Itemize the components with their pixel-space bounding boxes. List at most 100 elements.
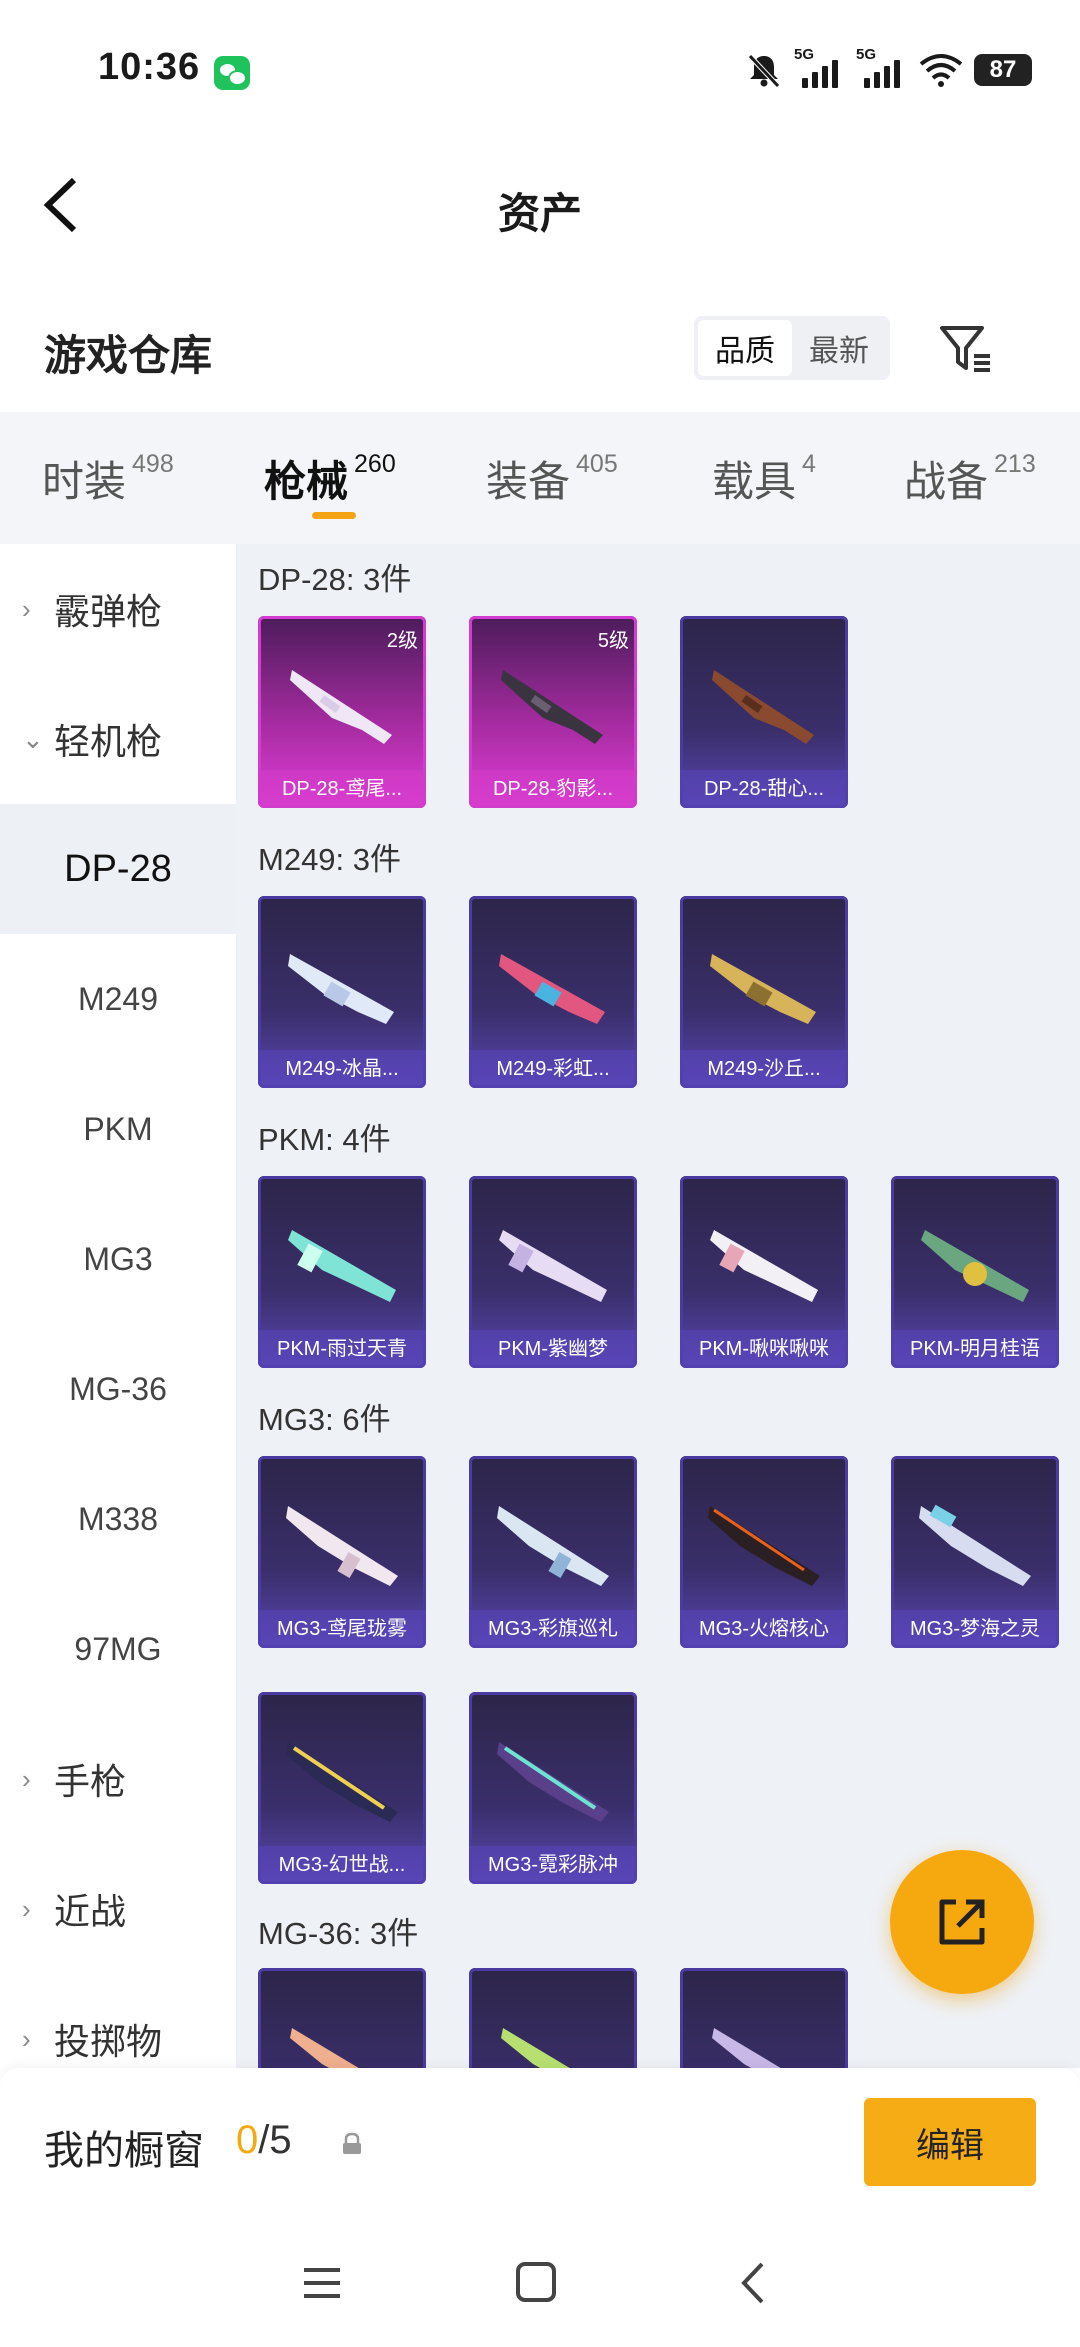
item-card[interactable]: MG3-霓彩脉冲 xyxy=(469,1692,637,1884)
app-root: 10:36 5G 5G 87 资产 游戏仓库 品质 最新 时装 498 枪械 2… xyxy=(0,0,1080,2347)
sidebar-item-pkm[interactable]: PKM xyxy=(0,1064,236,1194)
item-grid-area: DP-28: 3件 2级 DP-28-鸢尾... 5级 DP-28-豹影... … xyxy=(236,544,1080,2068)
sidebar-item-label: DP-28 xyxy=(64,847,172,890)
item-name: MG3-幻世战... xyxy=(258,1846,426,1884)
sidebar-item-melee[interactable]: › 近战 xyxy=(0,1844,236,1974)
home-square-icon[interactable] xyxy=(506,2258,566,2308)
weapon-thumbnail-icon xyxy=(710,1230,818,1302)
lock-icon xyxy=(343,2132,361,2154)
item-card[interactable]: PKM-啾咪啾咪 xyxy=(680,1176,848,1368)
item-card[interactable] xyxy=(680,1968,848,2068)
sidebar-item-m338[interactable]: M338 xyxy=(0,1454,236,1584)
sidebar-item-label: MG-36 xyxy=(69,1370,167,1407)
item-name: PKM-明月桂语 xyxy=(891,1330,1059,1368)
tab-fashion[interactable]: 时装 498 xyxy=(42,448,174,509)
tab-label: 时装 xyxy=(42,458,127,505)
showcase-total: /5 xyxy=(258,2118,292,2162)
mute-bell-icon xyxy=(748,54,780,88)
sidebar-item-label: MG3 xyxy=(83,1240,153,1277)
weapon-thumbnail-icon xyxy=(499,954,605,1024)
weapon-thumbnail-icon xyxy=(919,1504,1031,1586)
sidebar-item-label: 霰弹枪 xyxy=(54,591,163,632)
item-name: M249-彩虹... xyxy=(469,1050,637,1088)
showcase-label: 我的橱窗 xyxy=(44,2129,204,2173)
sidebar-item-mg3[interactable]: MG3 xyxy=(0,1194,236,1324)
weapon-thumbnail-icon xyxy=(290,670,392,744)
sidebar-item-shotgun[interactable]: › 霰弹枪 xyxy=(0,544,236,674)
page-title: 资产 xyxy=(497,190,582,237)
item-card[interactable]: 5级 DP-28-豹影... xyxy=(469,616,637,808)
sort-by-newest[interactable]: 最新 xyxy=(792,320,886,376)
tab-label: 战备 xyxy=(904,458,989,505)
share-fab-button[interactable] xyxy=(890,1850,1034,1994)
item-name: DP-28-豹影... xyxy=(469,770,637,808)
chevron-right-icon: › xyxy=(22,2023,31,2054)
tab-vehicles[interactable]: 载具 4 xyxy=(712,448,816,509)
sidebar-item-m249[interactable]: M249 xyxy=(0,934,236,1064)
item-name: PKM-啾咪啾咪 xyxy=(680,1330,848,1368)
item-card[interactable]: MG3-火熔核心 xyxy=(680,1456,848,1648)
active-tab-indicator xyxy=(312,512,356,519)
weapon-thumbnail-icon xyxy=(288,954,394,1024)
item-card[interactable]: M249-彩虹... xyxy=(469,896,637,1088)
sidebar-item-lmg[interactable]: ⌄ 轻机枪 xyxy=(0,674,236,804)
item-card[interactable]: MG3-彩旗巡礼 xyxy=(469,1456,637,1648)
tab-equipment[interactable]: 装备 405 xyxy=(486,448,618,509)
chevron-right-icon: › xyxy=(22,593,31,624)
weapon-thumbnail-icon xyxy=(501,2028,570,2068)
tab-count: 405 xyxy=(576,450,618,478)
tab-firearms[interactable]: 枪械 260 xyxy=(264,448,396,509)
edit-button[interactable]: 编辑 xyxy=(864,2098,1036,2186)
filter-icon xyxy=(940,326,990,372)
showcase-count: 0/5 xyxy=(236,2118,292,2163)
item-card[interactable] xyxy=(258,1968,426,2068)
item-card[interactable]: 2级 DP-28-鸢尾... xyxy=(258,616,426,808)
sidebar-item-pistol[interactable]: › 手枪 xyxy=(0,1714,236,1844)
weapon-thumbnail-icon xyxy=(499,1230,607,1302)
wechat-notification-icon xyxy=(214,56,250,90)
item-card[interactable]: DP-28-甜心... xyxy=(680,616,848,808)
network-type-2: 5G xyxy=(856,46,877,63)
tab-supplies[interactable]: 战备 213 xyxy=(904,448,1036,509)
weapon-thumbnail-icon xyxy=(497,1506,609,1586)
sidebar-item-dp28[interactable]: DP-28 xyxy=(0,804,236,934)
menu-icon[interactable] xyxy=(292,2258,352,2308)
sidebar-item-label: 97MG xyxy=(74,1630,162,1667)
item-name: DP-28-鸢尾... xyxy=(258,770,426,808)
item-card[interactable]: M249-沙丘... xyxy=(680,896,848,1088)
item-card[interactable]: PKM-明月桂语 xyxy=(891,1176,1059,1368)
item-card[interactable]: MG3-梦海之灵 xyxy=(891,1456,1059,1648)
top-header: 资产 xyxy=(0,140,1080,270)
sidebar-item-label: 投掷物 xyxy=(54,2021,163,2062)
item-name: MG3-鸢尾珑雾 xyxy=(258,1610,426,1648)
item-card[interactable]: MG3-鸢尾珑雾 xyxy=(258,1456,426,1648)
group-title-mg36: MG-36: 3件 xyxy=(258,1916,419,1951)
signal-5g-icon-1: 5G xyxy=(794,46,846,90)
weapon-thumbnail-icon xyxy=(708,1506,820,1586)
item-card[interactable]: PKM-紫幽梦 xyxy=(469,1176,637,1368)
sidebar-item-mg36[interactable]: MG-36 xyxy=(0,1324,236,1454)
showcase-bar: 我的橱窗 0/5 编辑 xyxy=(0,2068,1080,2218)
item-name: MG3-火熔核心 xyxy=(680,1610,848,1648)
tab-count: 4 xyxy=(802,450,816,478)
warehouse-header: 游戏仓库 品质 最新 xyxy=(0,300,1080,410)
category-tabs: 时装 498 枪械 260 装备 405 载具 4 战备 213 xyxy=(0,412,1080,544)
tab-count: 213 xyxy=(994,450,1036,478)
tab-label: 装备 xyxy=(486,458,571,505)
level-tag: 2级 xyxy=(386,630,418,652)
item-card[interactable] xyxy=(469,1968,637,2068)
item-card[interactable]: M249-冰晶... xyxy=(258,896,426,1088)
chevron-right-icon: › xyxy=(22,1763,31,1794)
item-name: DP-28-甜心... xyxy=(680,770,848,808)
sidebar-item-97mg[interactable]: 97MG xyxy=(0,1584,236,1714)
item-card[interactable]: MG3-幻世战... xyxy=(258,1692,426,1884)
filter-button[interactable] xyxy=(936,318,996,378)
group-title-pkm: PKM: 4件 xyxy=(258,1122,391,1157)
weapon-thumbnail-icon xyxy=(286,1742,398,1822)
nav-back-icon[interactable] xyxy=(724,2258,784,2308)
network-type-1: 5G xyxy=(794,46,815,63)
item-card[interactable]: PKM-雨过天青 xyxy=(258,1176,426,1368)
weapon-thumbnail-icon xyxy=(921,1230,1029,1302)
sort-by-quality[interactable]: 品质 xyxy=(698,320,792,376)
signal-5g-icon-2: 5G xyxy=(856,46,908,90)
